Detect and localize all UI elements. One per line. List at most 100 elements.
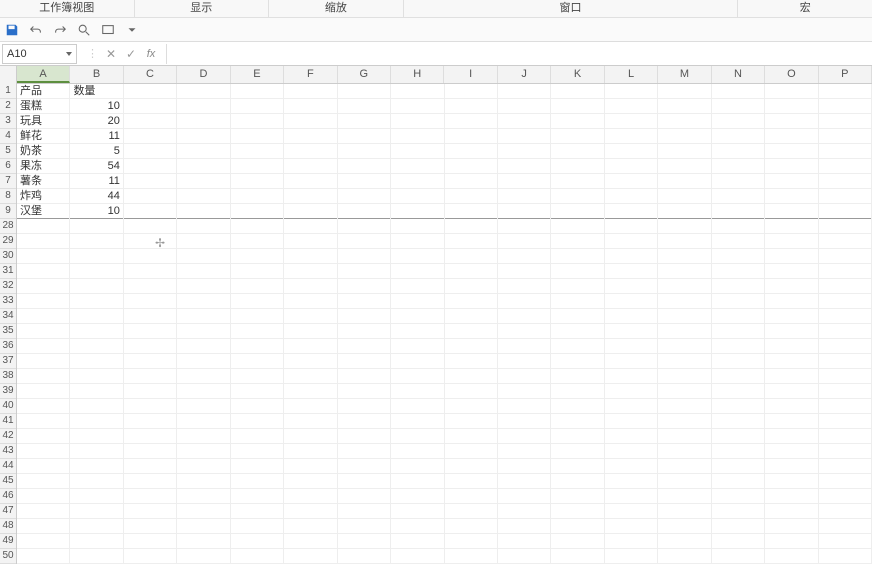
cell[interactable]	[338, 459, 391, 474]
cell[interactable]	[177, 309, 230, 324]
cell[interactable]	[284, 129, 337, 144]
row-header[interactable]: 40	[0, 399, 16, 414]
cell[interactable]	[765, 99, 818, 114]
cell[interactable]	[177, 534, 230, 549]
cell[interactable]	[445, 369, 498, 384]
cell[interactable]: 5	[70, 144, 123, 159]
row-header[interactable]: 33	[0, 294, 16, 309]
cell[interactable]	[765, 474, 818, 489]
cell[interactable]	[445, 309, 498, 324]
cell[interactable]	[551, 519, 604, 534]
cell[interactable]	[177, 339, 230, 354]
cell[interactable]	[765, 249, 818, 264]
cell[interactable]	[231, 204, 284, 219]
cell[interactable]	[177, 264, 230, 279]
cell[interactable]	[445, 99, 498, 114]
cell[interactable]	[551, 414, 604, 429]
cell[interactable]	[605, 189, 658, 204]
cell[interactable]	[177, 159, 230, 174]
cell[interactable]	[124, 174, 177, 189]
cell[interactable]	[551, 384, 604, 399]
cell[interactable]	[819, 339, 872, 354]
cell[interactable]	[338, 174, 391, 189]
cell[interactable]	[445, 189, 498, 204]
cell[interactable]	[124, 204, 177, 219]
cell[interactable]	[658, 264, 711, 279]
cell[interactable]	[658, 204, 711, 219]
cell[interactable]	[391, 84, 444, 99]
cell[interactable]	[177, 519, 230, 534]
cell[interactable]	[284, 444, 337, 459]
row-header[interactable]: 48	[0, 519, 16, 534]
cell[interactable]	[551, 249, 604, 264]
cell[interactable]	[712, 519, 765, 534]
cell[interactable]	[498, 549, 551, 564]
cell[interactable]	[391, 339, 444, 354]
cell[interactable]	[765, 384, 818, 399]
cell[interactable]	[391, 234, 444, 249]
cell[interactable]	[231, 84, 284, 99]
row-header[interactable]: 44	[0, 459, 16, 474]
cell[interactable]	[338, 129, 391, 144]
cell[interactable]	[231, 474, 284, 489]
cell[interactable]	[551, 444, 604, 459]
cell[interactable]	[712, 279, 765, 294]
cell[interactable]	[605, 129, 658, 144]
cell[interactable]	[338, 219, 391, 234]
cell[interactable]	[498, 114, 551, 129]
enter-formula-icon[interactable]: ✓	[124, 47, 138, 61]
cell[interactable]	[124, 459, 177, 474]
cell[interactable]	[498, 159, 551, 174]
cell[interactable]	[124, 399, 177, 414]
cell[interactable]	[551, 549, 604, 564]
cell[interactable]	[70, 234, 123, 249]
cell[interactable]	[819, 264, 872, 279]
cell[interactable]	[819, 324, 872, 339]
cell[interactable]	[445, 174, 498, 189]
cell[interactable]	[445, 84, 498, 99]
cell[interactable]	[605, 429, 658, 444]
cell[interactable]	[498, 444, 551, 459]
cell[interactable]	[445, 519, 498, 534]
cell[interactable]	[551, 309, 604, 324]
row-header[interactable]: 39	[0, 384, 16, 399]
row-header[interactable]: 37	[0, 354, 16, 369]
cell[interactable]	[338, 159, 391, 174]
cell[interactable]	[177, 204, 230, 219]
cell[interactable]	[17, 459, 70, 474]
cell[interactable]	[498, 474, 551, 489]
cell[interactable]	[551, 159, 604, 174]
cell[interactable]	[177, 219, 230, 234]
cell[interactable]	[712, 324, 765, 339]
cell[interactable]	[338, 144, 391, 159]
cell[interactable]	[712, 384, 765, 399]
col-header-F[interactable]: F	[284, 66, 337, 83]
cell[interactable]	[124, 84, 177, 99]
cell[interactable]	[177, 414, 230, 429]
cell[interactable]	[551, 114, 604, 129]
cell[interactable]: 54	[70, 159, 123, 174]
cell[interactable]	[338, 114, 391, 129]
cell[interactable]	[284, 144, 337, 159]
menu-window[interactable]: 窗口	[404, 0, 739, 17]
cell[interactable]	[605, 159, 658, 174]
cell[interactable]	[231, 459, 284, 474]
cell[interactable]	[70, 369, 123, 384]
cell[interactable]	[658, 234, 711, 249]
cell[interactable]: 薯条	[17, 174, 70, 189]
cell[interactable]	[819, 84, 872, 99]
row-header[interactable]: 9	[0, 204, 16, 219]
cell[interactable]	[70, 294, 123, 309]
cell[interactable]	[391, 309, 444, 324]
cell[interactable]	[338, 84, 391, 99]
cell[interactable]	[231, 429, 284, 444]
cell[interactable]	[284, 204, 337, 219]
cell[interactable]	[70, 324, 123, 339]
cell[interactable]: 鲜花	[17, 129, 70, 144]
cell[interactable]	[338, 369, 391, 384]
cell[interactable]	[605, 354, 658, 369]
cell[interactable]	[391, 459, 444, 474]
cell[interactable]	[338, 444, 391, 459]
cell[interactable]: 11	[70, 129, 123, 144]
cell[interactable]	[658, 219, 711, 234]
